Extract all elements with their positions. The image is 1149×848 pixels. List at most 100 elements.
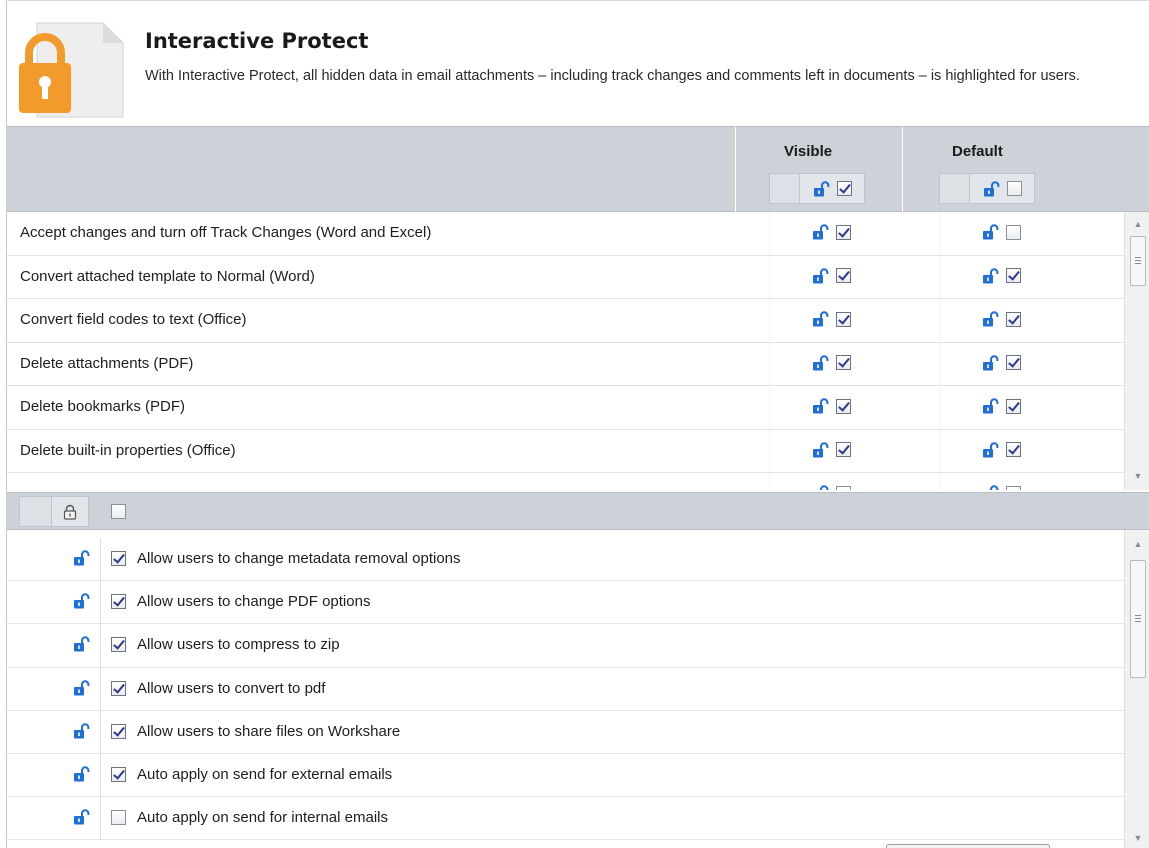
unlock-icon[interactable] xyxy=(73,636,90,652)
lock-cell xyxy=(73,723,90,744)
unlock-icon[interactable] xyxy=(982,267,999,284)
row-divider xyxy=(100,753,101,797)
default-checkbox[interactable] xyxy=(1006,224,1021,240)
unlock-icon[interactable] xyxy=(73,809,90,825)
visible-cell xyxy=(812,485,851,490)
permission-checkbox[interactable] xyxy=(111,637,126,653)
checkbox-cell xyxy=(111,723,126,744)
option-label: Convert attached template to Normal (Wor… xyxy=(20,267,315,285)
unlock-icon[interactable] xyxy=(812,311,829,327)
permission-label: Allow users to change PDF options xyxy=(137,593,371,611)
unlock-icon[interactable] xyxy=(73,723,90,739)
row-divider xyxy=(939,212,940,255)
unlock-icon[interactable] xyxy=(812,485,829,490)
unlock-icon[interactable] xyxy=(982,354,999,371)
row-divider xyxy=(939,429,940,473)
unlock-icon[interactable] xyxy=(73,766,90,782)
row-divider xyxy=(100,797,101,841)
unlock-icon[interactable] xyxy=(73,593,90,609)
unlock-icon[interactable] xyxy=(73,550,90,566)
visible-checkbox[interactable] xyxy=(836,485,851,490)
unlock-icon[interactable] xyxy=(982,224,999,240)
default-cell xyxy=(982,224,1021,240)
default-checkbox[interactable] xyxy=(1006,268,1021,283)
default-cell xyxy=(982,485,1021,490)
visible-checkbox[interactable] xyxy=(836,311,851,327)
row-divider xyxy=(939,473,940,490)
lock-cell xyxy=(73,809,90,830)
unlock-icon[interactable] xyxy=(73,679,90,696)
unlock-icon[interactable] xyxy=(982,311,999,327)
checkbox-cell xyxy=(111,766,126,787)
unlock-icon[interactable] xyxy=(982,398,999,414)
visible-checkbox[interactable] xyxy=(836,442,851,457)
default-cell xyxy=(982,441,1021,458)
unlock-icon[interactable] xyxy=(812,224,829,240)
options-table-header: Visible Default xyxy=(7,126,1149,213)
checkbox-cell xyxy=(111,594,126,614)
section-header: Interactive Protect With Interactive Pro… xyxy=(7,1,1149,126)
permissions-table-header xyxy=(7,492,1149,530)
scroll-up-arrow-icon[interactable]: ▲ xyxy=(1125,214,1149,234)
unlock-icon[interactable] xyxy=(813,180,830,197)
unlock-icon[interactable] xyxy=(982,441,999,458)
lock-cell xyxy=(73,593,90,614)
table-row xyxy=(7,473,1124,490)
default-checkbox[interactable] xyxy=(1006,355,1021,370)
permission-label: Auto apply on send for external emails xyxy=(137,765,393,783)
lock-cell xyxy=(73,679,90,701)
permission-checkbox[interactable] xyxy=(111,723,126,739)
visible-column-header-cell xyxy=(800,173,865,204)
unlock-icon[interactable] xyxy=(982,485,999,490)
scroll-down-arrow-icon[interactable]: ▼ xyxy=(1125,828,1149,848)
visible-checkbox[interactable] xyxy=(836,398,851,414)
default-select-all-checkbox[interactable] xyxy=(1006,181,1022,196)
default-checkbox[interactable] xyxy=(1006,398,1021,414)
visible-column-controls xyxy=(769,173,865,204)
permissions-list: Allow users to change metadata removal o… xyxy=(7,538,1124,848)
options-list-scrollbar[interactable]: ▲ ▼ xyxy=(1124,212,1149,490)
permissions-list-scrollbar[interactable]: ▲ ▼ xyxy=(1124,530,1149,848)
default-checkbox[interactable] xyxy=(1006,311,1021,327)
lock-cell xyxy=(73,636,90,657)
footer-button[interactable] xyxy=(886,844,1050,848)
permissions-select-all-checkbox[interactable] xyxy=(111,504,126,519)
checkbox-cell xyxy=(111,680,126,701)
list-item: Allow users to change PDF options xyxy=(7,581,1124,625)
row-divider xyxy=(769,299,770,342)
permission-checkbox[interactable] xyxy=(111,551,126,566)
scroll-down-arrow-icon[interactable]: ▼ xyxy=(1125,466,1149,486)
options-list: Accept changes and turn off Track Change… xyxy=(7,212,1124,490)
column-header-visible: Visible xyxy=(784,143,833,160)
permission-checkbox[interactable] xyxy=(111,594,126,610)
default-column-spacer xyxy=(939,173,970,204)
default-cell xyxy=(982,354,1021,371)
table-row: Accept changes and turn off Track Change… xyxy=(7,212,1124,256)
scrollbar-thumb[interactable] xyxy=(1130,236,1146,286)
permissions-lock-header-cell[interactable] xyxy=(52,496,89,527)
checkbox-cell xyxy=(111,551,126,571)
row-divider xyxy=(100,667,101,711)
scroll-up-arrow-icon[interactable]: ▲ xyxy=(1125,534,1149,554)
visible-checkbox[interactable] xyxy=(836,355,851,370)
unlock-icon[interactable] xyxy=(812,354,829,371)
visible-checkbox[interactable] xyxy=(836,268,851,283)
unlock-icon[interactable] xyxy=(812,398,829,414)
unlock-icon[interactable] xyxy=(983,180,1000,197)
permission-checkbox[interactable] xyxy=(111,680,126,696)
unlock-icon[interactable] xyxy=(812,267,829,284)
list-item: Allow users to compress to zip xyxy=(7,624,1124,668)
row-divider xyxy=(939,255,940,299)
visible-checkbox[interactable] xyxy=(836,224,851,240)
default-checkbox[interactable] xyxy=(1006,442,1021,457)
default-checkbox[interactable] xyxy=(1006,485,1021,490)
visible-cell xyxy=(812,267,851,284)
list-item: Allow users to convert to pdf xyxy=(7,667,1124,711)
row-divider xyxy=(769,255,770,299)
scrollbar-thumb[interactable] xyxy=(1130,560,1146,678)
visible-cell xyxy=(812,398,851,414)
permission-checkbox[interactable] xyxy=(111,810,126,826)
unlock-icon[interactable] xyxy=(812,441,829,458)
visible-select-all-checkbox[interactable] xyxy=(836,181,852,196)
permission-checkbox[interactable] xyxy=(111,766,126,782)
